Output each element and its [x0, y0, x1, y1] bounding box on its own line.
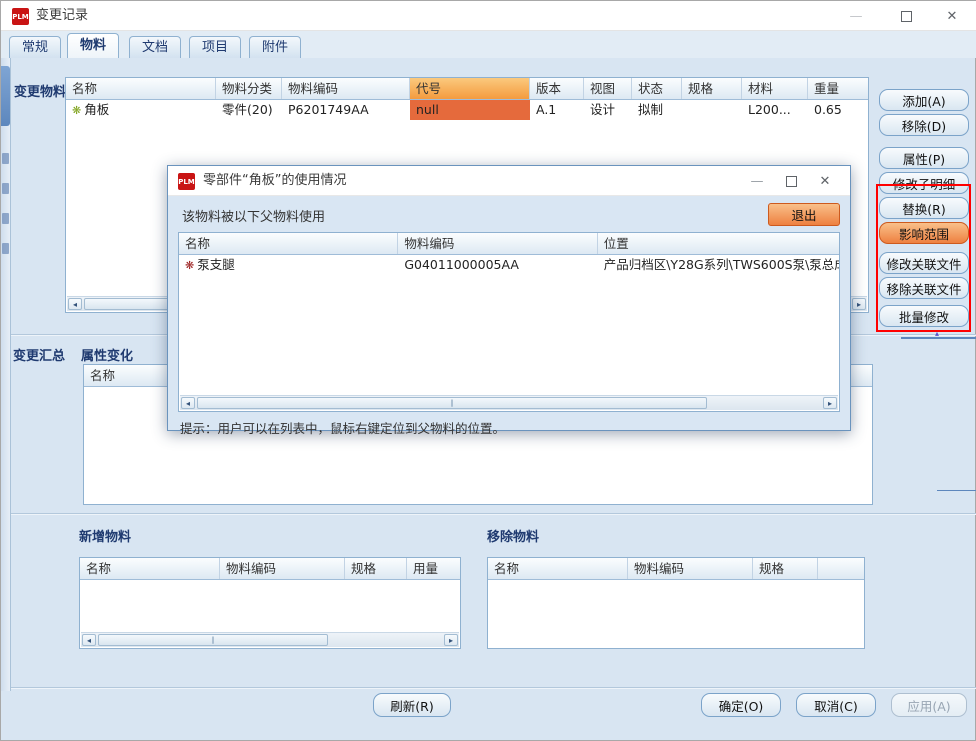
annotation-red-rectangle: [876, 184, 971, 332]
dialog-title: 零部件“角板”的使用情况: [203, 166, 346, 196]
material-icon: ❋: [72, 104, 81, 117]
tab-general[interactable]: 常规: [9, 36, 61, 58]
left-dock-strip: [1, 58, 11, 691]
col-weight[interactable]: 重量: [808, 78, 868, 99]
changed-materials-header: 名称 物料分类 物料编码 代号 版本 视图 状态 规格 材料 重量: [66, 78, 868, 100]
cell-category: 零件(20): [216, 100, 282, 120]
added-materials-table: 名称 物料编码 规格 用量 ◂ ‖ ▸: [79, 557, 461, 649]
cancel-button[interactable]: 取消(C): [796, 693, 876, 717]
usage-dialog: PLM 零部件“角板”的使用情况 — ✕ 该物料被以下父物料使用 退出 名称 物…: [167, 165, 851, 431]
col-designation[interactable]: 代号: [410, 78, 530, 99]
close-icon[interactable]: ✕: [808, 166, 842, 196]
plm-logo-icon: PLM: [178, 173, 195, 190]
col-category[interactable]: 物料分类: [216, 78, 282, 99]
col-version[interactable]: 版本: [530, 78, 584, 99]
col-view[interactable]: 视图: [584, 78, 632, 99]
scroll-left-icon[interactable]: ◂: [68, 298, 82, 310]
material-icon: ❋: [185, 259, 194, 272]
scroll-left-icon[interactable]: ◂: [82, 634, 96, 646]
removed-materials-header: 名称 物料编码 规格: [488, 558, 864, 580]
splitter-line: [901, 337, 976, 339]
horizontal-scrollbar[interactable]: ◂ ‖ ▸: [180, 395, 838, 410]
minimize-icon[interactable]: —: [740, 166, 774, 196]
dialog-titlebar: PLM 零部件“角板”的使用情况 — ✕: [168, 166, 850, 196]
col-name[interactable]: 名称: [488, 558, 628, 579]
close-icon[interactable]: ✕: [935, 1, 969, 31]
section-divider: [11, 513, 976, 514]
tab-document[interactable]: 文档: [129, 36, 181, 58]
cell-location: 产品归档区\Y28G系列\TWS600S泵\泵总成（3.5”）\动力: [598, 255, 839, 275]
scroll-left-icon[interactable]: ◂: [181, 397, 195, 409]
dock-selected-segment[interactable]: [1, 66, 10, 126]
tab-project[interactable]: 项目: [189, 36, 241, 58]
scrollbar-thumb[interactable]: [84, 298, 179, 310]
cell-code: G04011000005AA: [398, 255, 597, 275]
scroll-right-icon[interactable]: ▸: [823, 397, 837, 409]
scrollbar-thumb[interactable]: ‖: [98, 634, 328, 646]
col-code[interactable]: 物料编码: [628, 558, 753, 579]
remove-button[interactable]: 移除(D): [879, 114, 969, 136]
change-summary-label: 变更汇总: [13, 345, 65, 364]
cell-spec: [682, 100, 742, 120]
splitter-line: [937, 490, 976, 491]
col-spec[interactable]: 规格: [682, 78, 742, 99]
tab-bar: 常规 物料 文档 项目 附件: [1, 31, 976, 58]
col-spec[interactable]: 规格: [753, 558, 818, 579]
add-button[interactable]: 添加(A): [879, 89, 969, 111]
cell-weight: 0.65: [808, 100, 868, 120]
refresh-button[interactable]: 刷新(R): [373, 693, 451, 717]
window-titlebar: PLM 变更记录 — ✕: [1, 1, 976, 31]
plm-logo-icon: PLM: [12, 8, 29, 25]
window-title: 变更记录: [36, 1, 88, 31]
cell-material: L200...: [742, 100, 808, 120]
scroll-right-icon[interactable]: ▸: [852, 298, 866, 310]
col-spec[interactable]: 规格: [345, 558, 407, 579]
cell-view: 设计: [584, 100, 632, 120]
col-name[interactable]: 名称: [66, 78, 216, 99]
tab-attachment[interactable]: 附件: [249, 36, 301, 58]
cell-status: 拟制: [632, 100, 682, 120]
col-code[interactable]: 物料编码: [398, 233, 597, 254]
added-materials-header: 名称 物料编码 规格 用量: [80, 558, 460, 580]
col-name[interactable]: 名称: [80, 558, 220, 579]
ok-button[interactable]: 确定(O): [701, 693, 781, 717]
properties-button[interactable]: 属性(P): [879, 147, 969, 169]
col-status[interactable]: 状态: [632, 78, 682, 99]
removed-materials-table: 名称 物料编码 规格: [487, 557, 865, 649]
cell-name: 角板: [84, 102, 109, 117]
parent-usage-list: 名称 物料编码 位置 ❋泵支腿 G04011000005AA 产品归档区\Y28…: [178, 232, 840, 412]
cell-code: P6201749AA: [282, 100, 410, 120]
col-code[interactable]: 物料编码: [282, 78, 410, 99]
attribute-change-label: 属性变化: [81, 345, 133, 364]
col-location[interactable]: 位置: [598, 233, 839, 254]
horizontal-scrollbar[interactable]: ◂ ‖ ▸: [81, 632, 459, 647]
cell-version: A.1: [530, 100, 584, 120]
scrollbar-thumb[interactable]: ‖: [197, 397, 707, 409]
changed-materials-label: 变更物料: [14, 81, 66, 100]
apply-button[interactable]: 应用(A): [891, 693, 967, 717]
col-code[interactable]: 物料编码: [220, 558, 345, 579]
tab-material[interactable]: 物料: [67, 33, 119, 58]
added-materials-label: 新增物料: [79, 526, 131, 545]
dialog-description: 该物料被以下父物料使用: [182, 206, 325, 225]
cell-name: 泵支腿: [197, 257, 235, 272]
col-material[interactable]: 材料: [742, 78, 808, 99]
maximize-icon[interactable]: [774, 166, 808, 196]
list-item[interactable]: ❋泵支腿 G04011000005AA 产品归档区\Y28G系列\TWS600S…: [179, 255, 839, 275]
table-row[interactable]: ❋角板 零件(20) P6201749AA null A.1 设计 拟制 L20…: [66, 100, 868, 120]
col-qty[interactable]: 用量: [407, 558, 460, 579]
footer-divider: [11, 687, 976, 688]
minimize-icon[interactable]: —: [839, 1, 873, 31]
maximize-icon[interactable]: [889, 1, 923, 31]
col-name[interactable]: 名称: [179, 233, 398, 254]
cell-designation: null: [410, 100, 530, 120]
exit-button[interactable]: 退出: [768, 203, 840, 226]
usage-list-header: 名称 物料编码 位置: [179, 233, 839, 255]
removed-materials-label: 移除物料: [487, 526, 539, 545]
dialog-tip: 提示：用户可以在列表中，鼠标右键定位到父物料的位置。: [180, 418, 505, 437]
scroll-right-icon[interactable]: ▸: [444, 634, 458, 646]
